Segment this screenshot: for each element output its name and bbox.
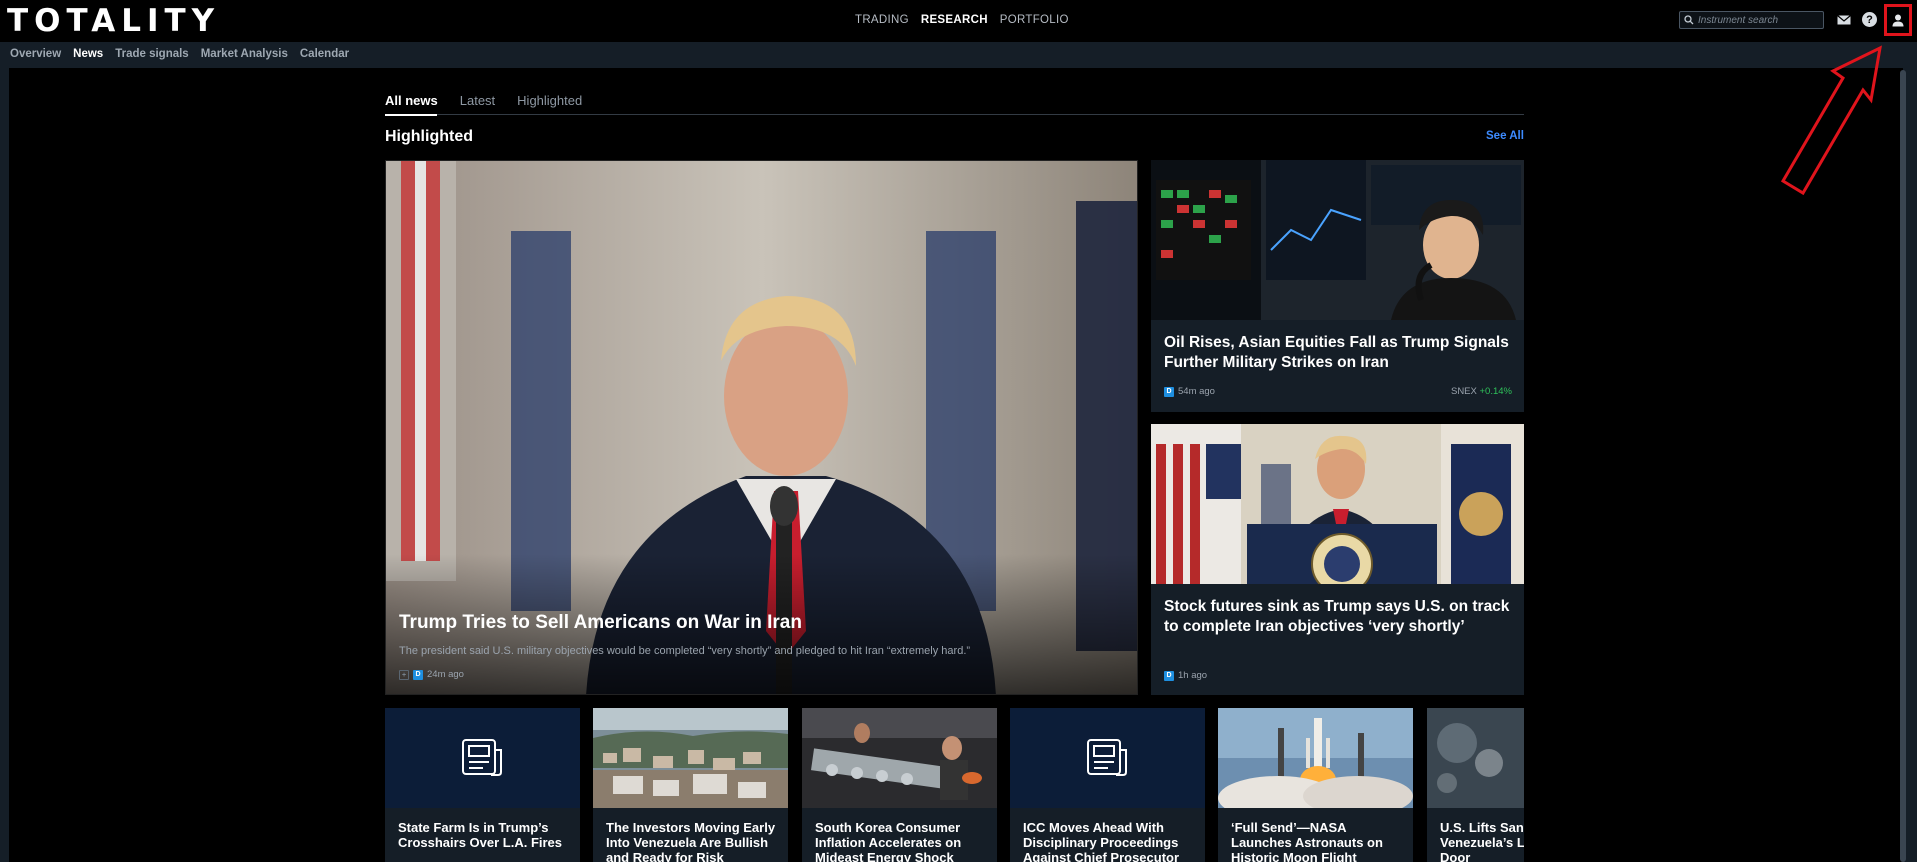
card-image-placeholder <box>1010 708 1205 808</box>
nav-research[interactable]: RESEARCH <box>921 14 988 26</box>
nav-portfolio[interactable]: PORTFOLIO <box>1000 14 1069 26</box>
tab-highlighted[interactable]: Highlighted <box>517 93 582 114</box>
small-news-card[interactable]: ‘Full Send’—NASA Launches Astronauts on … <box>1218 708 1413 862</box>
news-card-futures[interactable]: Stock futures sink as Trump says U.S. on… <box>1151 424 1524 695</box>
ticker-chip[interactable]: SNEX +0.14% <box>1451 386 1512 397</box>
user-icon[interactable] <box>1884 4 1912 36</box>
small-card-title[interactable]: State Farm Is in Trump’s Crosshairs Over… <box>398 820 573 850</box>
newspaper-icon <box>461 739 502 776</box>
top-bar: TOTALITY TRADING RESEARCH PORTFOLIO ? <box>0 0 1917 42</box>
scroll-thumb[interactable] <box>1900 70 1906 862</box>
subnav-overview[interactable]: Overview <box>10 48 61 60</box>
help-icon[interactable]: ? <box>1862 12 1877 27</box>
hero-description: The president said U.S. military objecti… <box>399 645 971 657</box>
nav-trading[interactable]: TRADING <box>855 14 909 26</box>
small-news-card[interactable]: ICC Moves Ahead With Disciplinary Procee… <box>1010 708 1205 862</box>
card-image-market <box>802 708 997 808</box>
search-icon <box>1680 12 1698 28</box>
search-input[interactable] <box>1698 14 1818 26</box>
small-card-title[interactable]: ‘Full Send’—NASA Launches Astronauts on … <box>1231 820 1406 862</box>
card-image-trading-desk <box>1151 160 1524 320</box>
card-image-press-briefing <box>1151 424 1524 584</box>
hero-time: 24m ago <box>427 669 464 680</box>
small-card-title[interactable]: South Korea Consumer Inflation Accelerat… <box>815 820 990 862</box>
small-card-title[interactable]: The Investors Moving Early Into Venezuel… <box>606 820 781 862</box>
plus-icon: + <box>399 669 409 680</box>
small-news-card[interactable]: The Investors Moving Early Into Venezuel… <box>593 708 788 862</box>
card-image-rocket-launch <box>1218 708 1413 808</box>
subnav-news[interactable]: News <box>73 48 103 60</box>
mail-icon[interactable] <box>1836 12 1852 28</box>
source-badge: D <box>413 669 423 680</box>
card-time: 1h ago <box>1178 670 1208 681</box>
tab-all-news[interactable]: All news <box>385 93 438 114</box>
small-news-card[interactable]: U.S. Lifts Sanctions on Venezuela’s Lead… <box>1427 708 1524 862</box>
subnav-trade-signals[interactable]: Trade signals <box>115 48 189 60</box>
search-box[interactable] <box>1679 11 1824 29</box>
subnav-calendar[interactable]: Calendar <box>300 48 349 60</box>
hero-meta: + D 24m ago <box>399 669 464 680</box>
subnav-market-analysis[interactable]: Market Analysis <box>201 48 288 60</box>
logo[interactable]: TOTALITY <box>7 4 220 38</box>
hero-title[interactable]: Trump Tries to Sell Americans on War in … <box>399 612 802 634</box>
annotation-arrow-icon <box>1780 45 1882 196</box>
source-badge: D <box>1164 386 1174 397</box>
card-time: 54m ago <box>1178 386 1215 397</box>
small-news-card[interactable]: State Farm Is in Trump’s Crosshairs Over… <box>385 708 580 862</box>
card-image-placeholder <box>385 708 580 808</box>
hero-article[interactable]: Trump Tries to Sell Americans on War in … <box>385 160 1138 695</box>
small-card-title[interactable]: U.S. Lifts Sanctions on Venezuela’s Lead… <box>1440 820 1524 862</box>
small-news-card[interactable]: South Korea Consumer Inflation Accelerat… <box>802 708 997 862</box>
small-card-title[interactable]: ICC Moves Ahead With Disciplinary Procee… <box>1023 820 1198 862</box>
active-tab-underline <box>385 114 437 116</box>
sub-nav: Overview News Trade signals Market Analy… <box>0 42 1917 68</box>
source-badge: D <box>1164 670 1174 681</box>
news-card-oil[interactable]: Oil Rises, Asian Equities Fall as Trump … <box>1151 160 1524 412</box>
tab-latest[interactable]: Latest <box>460 93 495 114</box>
card-title[interactable]: Stock futures sink as Trump says U.S. on… <box>1164 597 1514 636</box>
card-meta: D 54m ago <box>1164 386 1215 397</box>
card-image-city <box>593 708 788 808</box>
section-title: Highlighted <box>385 128 473 145</box>
see-all-link[interactable]: See All <box>1486 130 1524 142</box>
newspaper-icon <box>1086 739 1127 776</box>
card-title[interactable]: Oil Rises, Asian Equities Fall as Trump … <box>1164 333 1514 372</box>
ticker-symbol: SNEX <box>1450 386 1477 397</box>
scrollbar[interactable] <box>1900 70 1906 862</box>
ticker-change: +0.14% <box>1479 386 1513 397</box>
card-image-bokeh <box>1427 708 1524 808</box>
main-nav: TRADING RESEARCH PORTFOLIO <box>855 14 1069 26</box>
news-tabs: All news Latest Highlighted <box>385 93 1524 115</box>
card-meta: D 1h ago <box>1164 670 1207 681</box>
